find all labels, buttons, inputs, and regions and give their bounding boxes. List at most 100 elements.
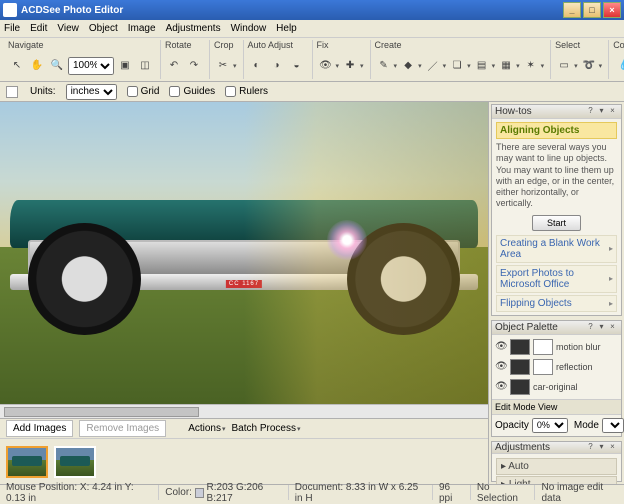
- crop-tool-icon[interactable]: ✂: [214, 57, 232, 75]
- visibility-toggle-icon[interactable]: 👁: [495, 361, 507, 372]
- titlebar: ACDSee Photo Editor _ □ ×: [0, 0, 624, 20]
- units-select[interactable]: inches: [66, 84, 117, 100]
- fill-icon[interactable]: ▦: [497, 57, 515, 75]
- group-crop: Crop ✂▾: [209, 40, 241, 79]
- adjust-auto[interactable]: ▸ Auto: [496, 458, 617, 475]
- howto-link-1[interactable]: Creating a Blank Work Area▸: [496, 235, 617, 263]
- fit-screen-icon[interactable]: ▣: [116, 57, 134, 75]
- menu-help[interactable]: Help: [276, 23, 297, 34]
- visibility-toggle-icon[interactable]: 👁: [495, 341, 507, 352]
- status-ppi: 96 ppi: [433, 485, 471, 500]
- auto-contrast-icon[interactable]: ◒: [288, 57, 306, 75]
- panel-help-icon[interactable]: ?: [585, 106, 596, 117]
- menubar: File Edit View Object Image Adjustments …: [0, 20, 624, 38]
- shape-icon[interactable]: ◆: [399, 57, 417, 75]
- app-icon: [3, 3, 17, 17]
- stamp-icon[interactable]: ❏: [448, 57, 466, 75]
- howto-body: There are several ways you may want to l…: [496, 142, 617, 210]
- howto-link-3[interactable]: Flipping Objects▸: [496, 295, 617, 312]
- status-bar: Mouse Position: X: 4.24 in Y: 0.13 in Co…: [0, 484, 624, 500]
- status-editdata: No image edit data: [535, 485, 624, 500]
- menu-window[interactable]: Window: [231, 23, 267, 34]
- panel-close-icon[interactable]: ×: [607, 106, 618, 117]
- thumbnail-2[interactable]: [54, 446, 96, 478]
- minimize-button[interactable]: _: [563, 2, 581, 18]
- howto-link-2[interactable]: Export Photos to Microsoft Office▸: [496, 265, 617, 293]
- gradient-icon[interactable]: ▤: [473, 57, 491, 75]
- batch-process-menu[interactable]: Batch Process▾: [232, 423, 301, 434]
- guides-checkbox[interactable]: Guides: [169, 86, 215, 97]
- line-icon[interactable]: ／: [424, 57, 442, 75]
- units-label: Units:: [30, 86, 56, 97]
- marquee-icon[interactable]: ▭: [555, 57, 573, 75]
- canvas-wrap: CC 1167 Add Images Remove Images Actions…: [0, 102, 488, 484]
- zoom-select[interactable]: 100%: [68, 57, 114, 75]
- brush-icon[interactable]: ✎: [375, 57, 393, 75]
- menu-view[interactable]: View: [57, 23, 79, 34]
- edit-mode-header: Edit Mode View: [492, 399, 621, 415]
- license-plate: CC 1167: [226, 280, 262, 288]
- lasso-icon[interactable]: ➰: [580, 57, 598, 75]
- panel-help-icon[interactable]: ?: [585, 322, 596, 333]
- rotate-left-icon[interactable]: ↶: [165, 57, 183, 75]
- auto-color-icon[interactable]: ◑: [268, 57, 286, 75]
- group-fix: Fix 👁▾ ✚▾: [312, 40, 368, 79]
- opacity-select[interactable]: 0%: [532, 418, 568, 433]
- unitsbar: Units: inches Grid Guides Rulers: [0, 82, 624, 102]
- status-color: Color: R:203 G:206 B:217: [159, 485, 289, 500]
- howto-active[interactable]: Aligning Objects: [496, 122, 617, 139]
- effects-icon[interactable]: ✶: [522, 57, 540, 75]
- rotate-right-icon[interactable]: ↷: [185, 57, 203, 75]
- panel-menu-icon[interactable]: ▾: [596, 442, 607, 453]
- layer-row[interactable]: 👁 reflection: [495, 357, 618, 377]
- status-mouse: Mouse Position: X: 4.24 in Y: 0.13 in: [0, 485, 159, 500]
- redeye-icon[interactable]: 👁: [317, 57, 335, 75]
- app-title: ACDSee Photo Editor: [21, 5, 123, 16]
- rulers-checkbox[interactable]: Rulers: [225, 86, 268, 97]
- layer-mask-thumb: [533, 339, 553, 355]
- panel-menu-icon[interactable]: ▾: [596, 106, 607, 117]
- actions-menu[interactable]: Actions▾: [188, 423, 225, 434]
- eyedropper-icon[interactable]: 💧: [613, 55, 624, 77]
- menu-adjustments[interactable]: Adjustments: [166, 23, 221, 34]
- toolbar: Navigate ↖ ✋ 🔍 100% ▣ ◫ Rotate ↶ ↷ Crop …: [0, 38, 624, 82]
- panel-help-icon[interactable]: ?: [585, 442, 596, 453]
- group-navigate: Navigate ↖ ✋ 🔍 100% ▣ ◫: [4, 40, 158, 79]
- maximize-button[interactable]: □: [583, 2, 601, 18]
- menu-object[interactable]: Object: [89, 23, 118, 34]
- menu-edit[interactable]: Edit: [30, 23, 47, 34]
- layer-thumb: [510, 359, 530, 375]
- remove-images-button[interactable]: Remove Images: [79, 420, 166, 437]
- auto-levels-icon[interactable]: ◐: [248, 57, 266, 75]
- howto-start-button[interactable]: Start: [532, 215, 581, 231]
- pointer-tool-icon[interactable]: ↖: [8, 57, 26, 75]
- canvas[interactable]: CC 1167: [0, 102, 488, 404]
- zoom-tool-icon[interactable]: 🔍: [48, 57, 66, 75]
- layer-row[interactable]: 👁 motion blur: [495, 337, 618, 357]
- main-area: CC 1167 Add Images Remove Images Actions…: [0, 102, 624, 484]
- panel-menu-icon[interactable]: ▾: [596, 322, 607, 333]
- group-select: Select ▭▾ ➰▾: [550, 40, 606, 79]
- document-image: CC 1167: [0, 102, 488, 404]
- close-button[interactable]: ×: [603, 2, 621, 18]
- menu-file[interactable]: File: [4, 23, 20, 34]
- heal-icon[interactable]: ✚: [341, 57, 359, 75]
- howtos-title: How-tos: [495, 106, 532, 117]
- object-palette-panel: Object Palette ? ▾ × 👁 motion blur 👁 ref…: [491, 320, 622, 437]
- panel-close-icon[interactable]: ×: [607, 322, 618, 333]
- layer-row[interactable]: 👁 car-original: [495, 377, 618, 397]
- visibility-toggle-icon[interactable]: 👁: [495, 381, 507, 392]
- options-toggle-icon[interactable]: [6, 86, 18, 98]
- mode-select[interactable]: [602, 418, 624, 433]
- adjustments-title: Adjustments: [495, 442, 550, 453]
- status-document: Document: 8.33 in W x 6.25 in H: [289, 485, 433, 500]
- actual-size-icon[interactable]: ◫: [136, 57, 154, 75]
- horizontal-scrollbar[interactable]: [0, 404, 488, 418]
- thumbnail-1[interactable]: [6, 446, 48, 478]
- group-rotate: Rotate ↶ ↷: [160, 40, 207, 79]
- add-images-button[interactable]: Add Images: [6, 420, 73, 437]
- grid-checkbox[interactable]: Grid: [127, 86, 160, 97]
- hand-tool-icon[interactable]: ✋: [28, 57, 46, 75]
- menu-image[interactable]: Image: [128, 23, 156, 34]
- panel-close-icon[interactable]: ×: [607, 442, 618, 453]
